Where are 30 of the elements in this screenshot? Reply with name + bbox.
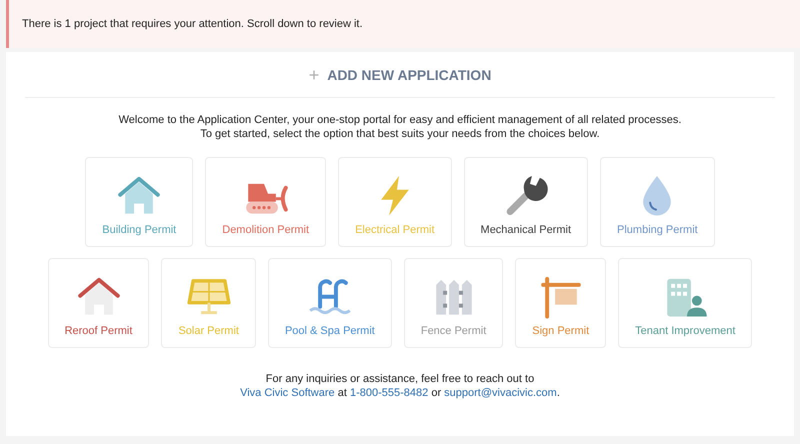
phone-link[interactable]: 1-800-555-8482 bbox=[350, 387, 428, 399]
permit-label: Fence Permit bbox=[420, 324, 486, 338]
permit-label: Reroof Permit bbox=[64, 324, 132, 338]
permit-tile[interactable]: Fence Permit bbox=[404, 258, 504, 348]
email-link[interactable]: support@vivacivic.com bbox=[444, 387, 557, 399]
permit-label: Sign Permit bbox=[532, 324, 590, 338]
permit-tile[interactable]: Plumbing Permit bbox=[600, 157, 715, 247]
permit-label: Tenant Improvement bbox=[635, 324, 736, 338]
permit-label: Solar Permit bbox=[178, 324, 239, 338]
plus-icon: + bbox=[308, 62, 320, 88]
permit-tile[interactable]: Solar Permit bbox=[161, 258, 256, 348]
permit-label: Electrical Permit bbox=[355, 222, 435, 238]
contact-text: For any inquiries or assistance, feel free to reach out to Viva Civic Software at 1-800-555-8482 or support@vivacivic.com. bbox=[240, 372, 560, 400]
add-application-button[interactable]: + ADD NEW APPLICATION bbox=[308, 53, 492, 97]
alert-text: There is 1 project that requires your attention. Scroll down to review it. bbox=[22, 16, 363, 32]
permit-label: Pool & Spa Permit bbox=[284, 324, 375, 338]
permit-tile[interactable]: Reroof Permit bbox=[48, 258, 150, 348]
permit-tile[interactable]: Tenant Improvement bbox=[618, 258, 752, 348]
permit-label: Building Permit bbox=[102, 222, 176, 238]
permit-tile[interactable]: Sign Permit bbox=[515, 258, 606, 348]
permit-tile[interactable]: Building Permit bbox=[85, 157, 194, 247]
permit-tile[interactable]: Demolition Permit bbox=[205, 157, 326, 247]
permit-tile[interactable]: Mechanical Permit bbox=[464, 157, 588, 247]
company-link[interactable]: Viva Civic Software bbox=[240, 387, 335, 399]
permit-tile[interactable]: Pool & Spa Permit bbox=[268, 258, 392, 348]
permit-label: Plumbing Permit bbox=[617, 222, 698, 238]
intro-text: Welcome to the Application Center, your one-stop portal for easy and efficient management of all related processes. To get started, select the option that best suits your needs from the choices below. bbox=[118, 113, 682, 141]
permit-tile[interactable]: Electrical Permit bbox=[338, 157, 452, 247]
permit-label: Mechanical Permit bbox=[480, 222, 572, 238]
permit-label: Demolition Permit bbox=[222, 222, 310, 238]
